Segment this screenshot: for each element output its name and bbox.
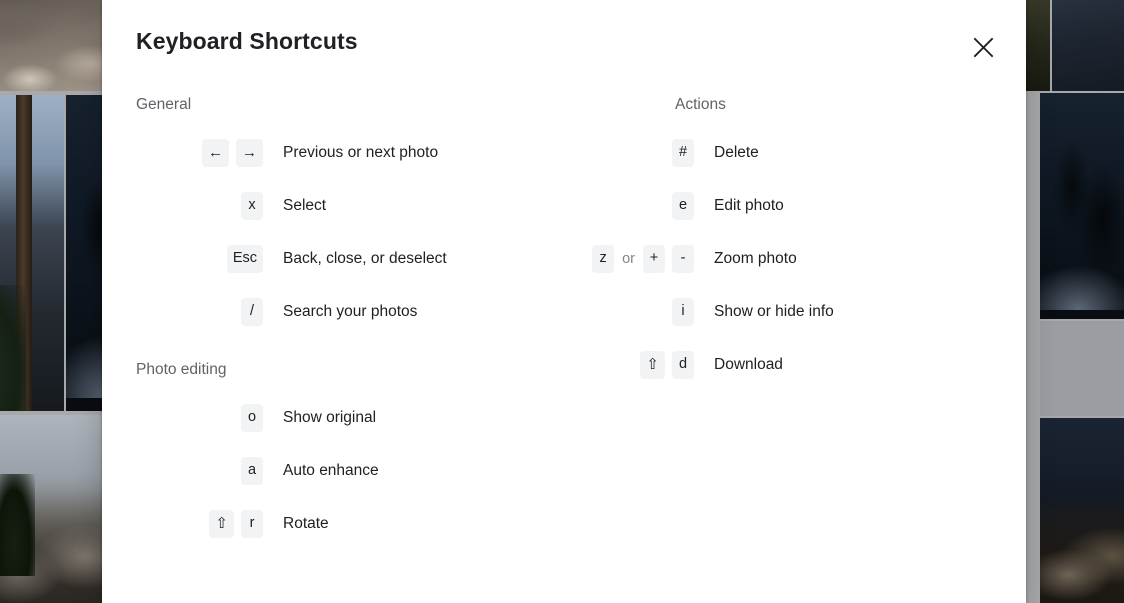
close-button[interactable] — [962, 26, 1004, 68]
shortcut-row: Esc Back, close, or deselect — [136, 232, 572, 285]
shortcut-row: ⇧ d Download — [572, 338, 1026, 391]
photo-thumbnail[interactable] — [1040, 418, 1124, 603]
shortcut-row: # Delete — [572, 126, 1026, 179]
close-icon — [973, 37, 994, 58]
key-separator: or — [622, 250, 635, 267]
shortcut-row: ⇧ r Rotate — [136, 497, 572, 550]
shortcut-keys: ⇧ r — [136, 509, 263, 538]
shortcut-keys: e — [572, 191, 694, 220]
shortcut-row: / Search your photos — [136, 285, 572, 338]
shortcut-label: Show or hide info — [714, 302, 834, 320]
shortcut-keys: ⇧ d — [572, 350, 694, 379]
key-cap: a — [241, 456, 263, 485]
shortcuts-column-right: Actions # Delete e Edit photo z or + - Zoom phot… — [572, 92, 1026, 550]
key-cap: # — [672, 138, 694, 167]
shortcut-label: Auto enhance — [283, 461, 379, 479]
section-title-photo-editing: Photo editing — [136, 361, 227, 378]
shortcut-row: ← → Previous or next photo — [136, 126, 572, 179]
section-title-actions: Actions — [675, 96, 726, 113]
shortcut-label: Search your photos — [283, 302, 418, 320]
shortcut-label: Previous or next photo — [283, 143, 439, 161]
key-cap: + — [643, 244, 665, 273]
shortcut-keys: / — [136, 297, 263, 326]
key-cap: r — [241, 509, 263, 538]
shortcut-label: Select — [283, 196, 327, 214]
section-title-general: General — [136, 96, 192, 113]
keyboard-shortcuts-dialog: Keyboard Shortcuts General ← → Previous or… — [102, 0, 1026, 603]
key-cap: i — [672, 297, 694, 326]
section-general: General ← → Previous or next photo x Select E… — [136, 92, 572, 338]
section-photo-editing: Photo editing o Show original a Auto enhanc… — [136, 357, 572, 550]
shortcut-keys: Esc — [136, 244, 263, 273]
shortcut-keys: o — [136, 403, 263, 432]
page-title: Keyboard Shortcuts — [136, 28, 358, 54]
section-actions: Actions # Delete e Edit photo z or + - Zoom phot… — [572, 92, 1026, 391]
photo-thumbnail[interactable] — [1040, 321, 1124, 416]
photo-thumbnail[interactable] — [1040, 93, 1124, 319]
shortcut-list-general: ← → Previous or next photo x Select Esc Back, … — [136, 126, 572, 338]
shortcut-keys: x — [136, 191, 263, 220]
shortcut-keys: i — [572, 297, 694, 326]
shortcut-label: Delete — [714, 143, 759, 161]
key-cap: → — [236, 138, 263, 167]
shortcut-keys: z or + - — [572, 244, 694, 273]
shortcut-keys: # — [572, 138, 694, 167]
shortcut-label: Back, close, or deselect — [283, 249, 447, 267]
shortcut-row: o Show original — [136, 391, 572, 444]
key-cap: ← — [202, 138, 229, 167]
shortcut-row: i Show or hide info — [572, 285, 1026, 338]
key-cap: ⇧ — [640, 350, 665, 379]
shortcut-label: Zoom photo — [714, 249, 797, 267]
photo-thumbnail[interactable] — [0, 95, 64, 411]
key-cap: e — [672, 191, 694, 220]
key-cap: d — [672, 350, 694, 379]
dialog-header: Keyboard Shortcuts — [102, 0, 1026, 92]
photo-thumbnail[interactable] — [1052, 0, 1124, 91]
shortcut-keys: a — [136, 456, 263, 485]
shortcuts-column-left: General ← → Previous or next photo x Select E… — [102, 92, 572, 550]
key-cap: - — [672, 244, 694, 273]
shortcut-list-actions: # Delete e Edit photo z or + - Zoom photo i Show o… — [572, 126, 1026, 391]
key-cap: z — [592, 244, 615, 273]
key-cap: / — [241, 297, 263, 326]
shortcut-row: z or + - Zoom photo — [572, 232, 1026, 285]
shortcut-row: e Edit photo — [572, 179, 1026, 232]
shortcut-row: a Auto enhance — [136, 444, 572, 497]
key-cap: o — [241, 403, 263, 432]
shortcut-label: Show original — [283, 408, 377, 426]
key-cap: Esc — [226, 244, 263, 273]
shortcut-row: x Select — [136, 179, 572, 232]
shortcut-list-photo-editing: o Show original a Auto enhance ⇧ r Rotate — [136, 391, 572, 550]
shortcut-label: Rotate — [283, 514, 329, 532]
key-cap: x — [241, 191, 263, 220]
shortcut-label: Edit photo — [714, 196, 784, 214]
shortcut-label: Download — [714, 355, 783, 373]
shortcuts-columns: General ← → Previous or next photo x Select E… — [102, 92, 1026, 550]
key-cap: ⇧ — [209, 509, 234, 538]
app-root: Keyboard Shortcuts General ← → Previous or… — [0, 0, 1124, 603]
shortcut-keys: ← → — [136, 138, 263, 167]
